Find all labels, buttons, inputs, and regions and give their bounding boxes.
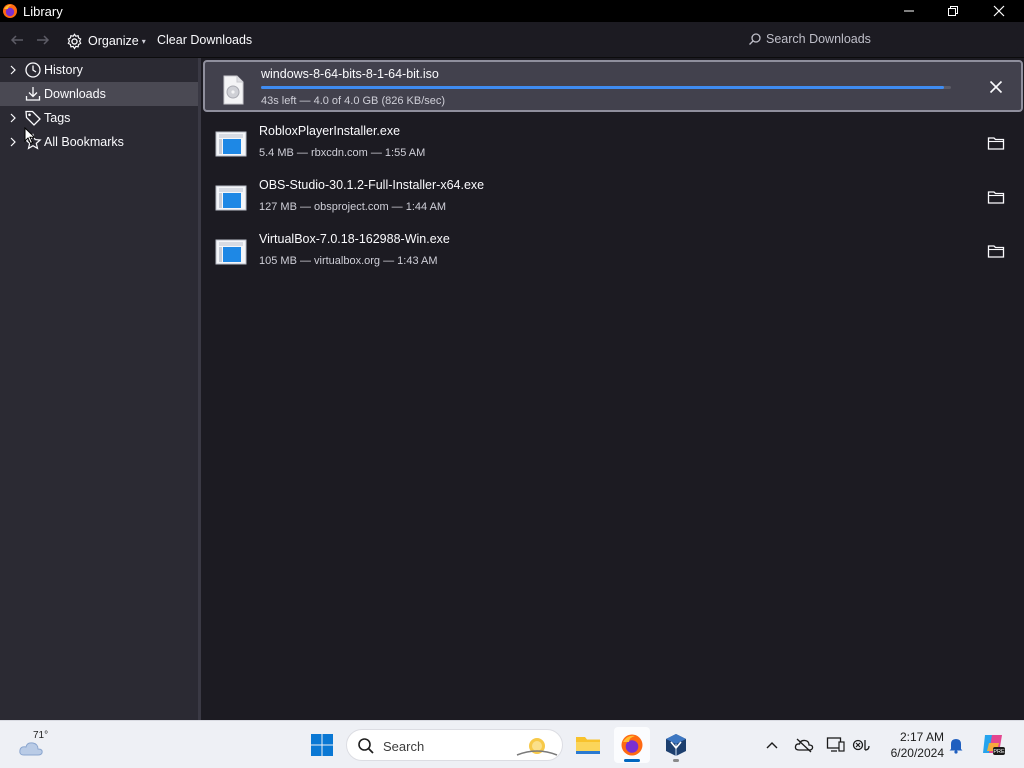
restore-button[interactable]: [930, 0, 976, 22]
show-hidden-icons-button[interactable]: [762, 735, 782, 755]
close-icon: [989, 80, 1003, 94]
folder-icon: [576, 737, 600, 754]
download-item[interactable]: OBS-Studio-30.1.2-Full-Installer-x64.exe…: [203, 170, 1023, 224]
onedrive-status-button[interactable]: [794, 735, 814, 755]
network-status-button[interactable]: [852, 735, 872, 755]
download-progress-bar: [261, 86, 951, 89]
windows-logo-icon: [311, 734, 333, 756]
sidebar-item-history[interactable]: History: [0, 58, 198, 82]
windows-taskbar: 71° Search 2:17 AM 6/20/2024 PRE: [0, 720, 1024, 768]
monitor-icon: [826, 737, 845, 752]
bell-icon: [949, 739, 963, 754]
folder-icon: [987, 137, 1005, 150]
chevron-right-icon[interactable]: [8, 64, 18, 76]
download-filename: VirtualBox-7.0.18-162988-Win.exe: [259, 232, 450, 246]
download-item-active[interactable]: windows-8-64-bits-8-1-64-bit.iso 43s lef…: [203, 60, 1023, 112]
virtualbox-icon: [666, 734, 686, 756]
tag-icon: [25, 110, 41, 126]
download-filename: OBS-Studio-30.1.2-Full-Installer-x64.exe: [259, 178, 485, 192]
weather-temperature: 71°: [33, 730, 49, 741]
download-status: 43s left — 4.0 of 4.0 GB (826 KB/sec): [261, 95, 446, 107]
restore-icon: [948, 6, 958, 16]
copilot-icon: PRE: [983, 735, 1005, 755]
folder-icon: [987, 245, 1005, 258]
forward-button[interactable]: [33, 30, 53, 50]
sidebar-item-label: History: [44, 63, 83, 77]
search-downloads-box[interactable]: [742, 27, 1018, 51]
installer-file-icon: [215, 239, 247, 265]
taskbar-search-label: Search: [383, 739, 425, 754]
window-titlebar: Library: [0, 0, 1024, 22]
notifications-button[interactable]: [946, 735, 966, 755]
close-window-button[interactable]: [976, 0, 1022, 22]
gear-icon: [67, 32, 82, 50]
download-meta: 127 MB — obsproject.com — 1:44 AM: [259, 201, 447, 213]
back-button[interactable]: [7, 30, 27, 50]
mouse-cursor-icon: [24, 127, 36, 145]
disc-image-file-icon: [223, 75, 244, 105]
folder-icon: [987, 191, 1005, 204]
taskbar-file-explorer[interactable]: [570, 727, 606, 763]
running-app-indicator: [673, 759, 679, 762]
clear-downloads-button[interactable]: Clear Downloads: [157, 33, 252, 47]
taskbar-virtualbox[interactable]: [658, 727, 694, 763]
window-title: Library: [23, 4, 63, 19]
show-in-folder-button[interactable]: [985, 132, 1007, 154]
download-meta: 5.4 MB — rbxcdn.com — 1:55 AM: [259, 147, 426, 159]
show-in-folder-button[interactable]: [985, 240, 1007, 262]
installer-file-icon: [215, 131, 247, 157]
taskbar-search-box[interactable]: Search: [346, 729, 563, 761]
minimize-button[interactable]: [886, 0, 932, 22]
downloads-list: windows-8-64-bits-8-1-64-bit.iso 43s lef…: [200, 58, 1024, 720]
chevron-up-icon: [766, 742, 778, 749]
taskbar-clock[interactable]: 2:17 AM 6/20/2024: [878, 729, 944, 761]
copilot-pre-badge: PRE: [993, 749, 1005, 755]
search-icon: [749, 33, 761, 45]
download-filename: windows-8-64-bits-8-1-64-bit.iso: [261, 67, 439, 81]
taskbar-firefox[interactable]: [614, 727, 650, 763]
download-meta: 105 MB — virtualbox.org — 1:43 AM: [259, 255, 438, 267]
organize-label: Organize: [88, 34, 139, 48]
search-highlight-icon: [516, 738, 558, 756]
copilot-button[interactable]: PRE: [980, 731, 1006, 757]
active-app-indicator: [624, 759, 640, 762]
firefox-icon: [3, 4, 17, 18]
clock-date: 6/20/2024: [890, 746, 944, 760]
download-icon: [25, 87, 41, 101]
cloud-off-icon: [794, 738, 814, 753]
forward-arrow-icon: [37, 35, 50, 45]
network-off-icon: [852, 739, 870, 751]
download-item[interactable]: RobloxPlayerInstaller.exe 5.4 MB — rbxcd…: [203, 116, 1023, 170]
organize-menu-button[interactable]: Organize ▾: [66, 31, 146, 51]
start-button[interactable]: [306, 729, 338, 761]
clock-time: 2:17 AM: [899, 730, 944, 744]
chevron-down-icon: ▾: [141, 36, 146, 46]
firefox-icon: [621, 734, 643, 756]
show-in-folder-button[interactable]: [985, 186, 1007, 208]
chevron-right-icon[interactable]: [8, 112, 18, 124]
search-downloads-input[interactable]: [766, 30, 1006, 48]
library-toolbar: Organize ▾ Clear Downloads: [0, 22, 1024, 58]
clock-icon: [25, 62, 41, 78]
download-filename: RobloxPlayerInstaller.exe: [259, 124, 401, 138]
installer-file-icon: [215, 185, 247, 211]
search-icon: [358, 738, 374, 754]
close-icon: [993, 5, 1005, 17]
sidebar-item-downloads[interactable]: Downloads: [0, 82, 198, 106]
cancel-download-button[interactable]: [985, 76, 1007, 98]
sidebar-item-label: All Bookmarks: [44, 135, 124, 149]
back-arrow-icon: [10, 35, 23, 45]
chevron-right-icon[interactable]: [8, 136, 18, 148]
minimize-icon: [904, 10, 914, 12]
sidebar-item-label: Tags: [44, 111, 71, 125]
display-status-button[interactable]: [826, 735, 846, 755]
sidebar-item-label: Downloads: [44, 87, 106, 101]
download-progress-fill: [261, 86, 945, 89]
download-item[interactable]: VirtualBox-7.0.18-162988-Win.exe 105 MB …: [203, 224, 1023, 278]
library-sidebar: History Downloads Tags All Bookmarks: [0, 58, 200, 720]
